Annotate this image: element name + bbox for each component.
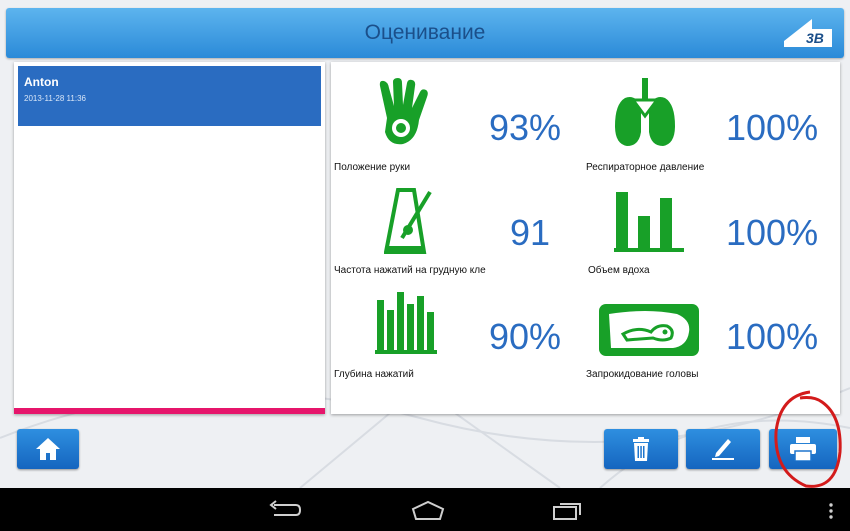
session-date: 2013-11-28 11:36 bbox=[24, 94, 86, 103]
session-name: Anton bbox=[24, 75, 59, 89]
hand-position-value: 93% bbox=[489, 107, 562, 148]
home-icon bbox=[36, 438, 60, 460]
lungs-icon bbox=[615, 78, 675, 146]
back-icon[interactable] bbox=[268, 499, 302, 521]
recent-apps-icon[interactable] bbox=[552, 499, 584, 521]
metronome-icon bbox=[384, 188, 432, 254]
delete-button[interactable] bbox=[604, 429, 678, 469]
hand-position-label: Положение руки bbox=[334, 162, 411, 173]
results-panel: 93% Положение руки 100% Респираторное да… bbox=[331, 62, 840, 414]
compression-rate-value: 91 bbox=[510, 212, 551, 253]
tidal-volume-value: 100% bbox=[726, 212, 819, 253]
brand-logo: 3B bbox=[784, 19, 832, 47]
session-list: Anton 2013-11-28 11:36 bbox=[14, 62, 325, 414]
volume-bars-icon bbox=[614, 192, 684, 252]
head-tilt-value: 100% bbox=[726, 316, 819, 357]
app-header: Оценивание 3B bbox=[6, 8, 844, 58]
edit-button[interactable] bbox=[686, 429, 760, 469]
system-navbar bbox=[0, 488, 850, 531]
page-title: Оценивание bbox=[364, 21, 486, 44]
compression-depth-value: 90% bbox=[489, 316, 562, 357]
depth-bars-icon bbox=[375, 292, 437, 354]
app-window: { "header": {"title": "Оценивание", "log… bbox=[0, 0, 850, 531]
compression-rate-label: Частота нажатий на грудную кле bbox=[334, 265, 486, 276]
home-button[interactable] bbox=[17, 429, 79, 469]
pen-icon bbox=[712, 439, 734, 460]
list-bottom-accent bbox=[14, 408, 325, 414]
head-tilt-label: Запрокидование головы bbox=[586, 369, 699, 380]
compression-depth-label: Глубина нажатий bbox=[334, 369, 414, 380]
tidal-volume-label: Объем вдоха bbox=[588, 265, 650, 276]
logo-text: 3B bbox=[806, 30, 824, 46]
trash-icon bbox=[633, 437, 649, 461]
home-nav-icon[interactable] bbox=[410, 499, 446, 521]
hand-icon bbox=[379, 78, 428, 145]
head-tilt-icon bbox=[599, 304, 699, 356]
respiratory-pressure-value: 100% bbox=[726, 107, 819, 148]
annotation-circle bbox=[774, 390, 842, 488]
overflow-menu-icon[interactable] bbox=[828, 502, 834, 520]
session-item-selected[interactable]: Anton 2013-11-28 11:36 bbox=[18, 66, 321, 126]
respiratory-pressure-label: Респираторное давление bbox=[586, 162, 705, 173]
